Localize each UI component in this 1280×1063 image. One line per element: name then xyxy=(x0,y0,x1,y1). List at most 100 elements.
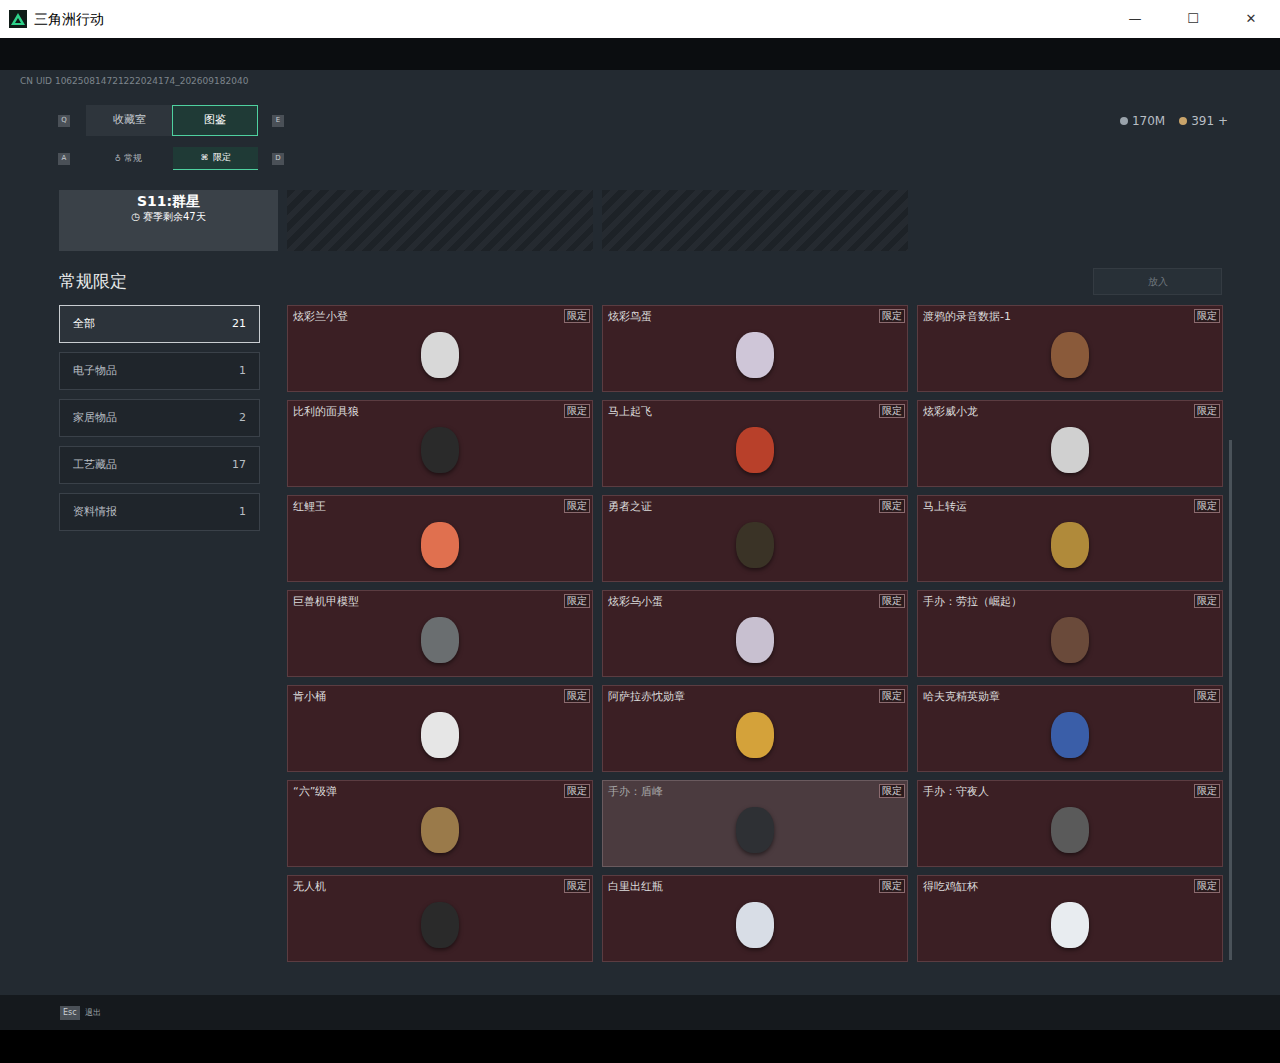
limited-badge: 限定 xyxy=(564,784,590,798)
item-name: “六”级弹 xyxy=(293,784,337,799)
sub-tab[interactable]: ♁常规 xyxy=(86,147,171,170)
main-tab[interactable]: 图鉴 xyxy=(172,105,258,136)
coin-icon xyxy=(1120,117,1128,125)
back-label[interactable]: 退出 xyxy=(85,1007,101,1019)
item-picture xyxy=(736,617,774,663)
category-item[interactable]: 电子物品1 xyxy=(59,352,260,390)
footer-bar: Esc 退出 xyxy=(0,995,1280,1030)
item-card[interactable]: 炫彩兰小登 限定 xyxy=(287,305,593,392)
item-name: 红鲤王 xyxy=(293,499,326,514)
game-window: 三角洲行动 —☐✕ CN UID 106250814721222024174_202… xyxy=(0,0,1280,1063)
scrollbar[interactable] xyxy=(1229,305,1232,962)
limited-badge: 限定 xyxy=(564,309,590,323)
item-name: 哈夫克精英勋章 xyxy=(923,689,1000,704)
item-card[interactable]: 渡鸦的录音数据-1 限定 xyxy=(917,305,1223,392)
window-title: 三角洲行动 xyxy=(34,9,104,30)
item-card[interactable]: 肯小桶 限定 xyxy=(287,685,593,772)
limited-badge: 限定 xyxy=(1194,309,1220,323)
locked-card xyxy=(287,190,593,251)
item-picture xyxy=(736,332,774,378)
sub-tabs: A♁常规⌘限定D xyxy=(0,147,1280,170)
main-tab[interactable]: 收藏室 xyxy=(86,105,172,136)
item-picture xyxy=(421,902,459,948)
item-picture xyxy=(421,332,459,378)
item-card[interactable]: 炫彩鸟蛋限定 xyxy=(602,305,908,392)
item-name: 巨兽机甲模型 xyxy=(293,594,359,609)
item-name: 比利的面具狼 xyxy=(293,404,359,419)
category-item[interactable]: 资料情报1 xyxy=(59,493,260,531)
category-list: 全部21 电子物品1 家居物品2 工艺藏品17 资料情报1 xyxy=(59,305,260,962)
item-name: 手办：劳拉（崛起） xyxy=(923,594,1022,609)
item-name: 炫彩威小龙 xyxy=(923,404,978,419)
key-hint: A xyxy=(58,153,70,165)
limited-badge: 限定 xyxy=(1194,594,1220,608)
item-name: 炫彩乌小蛋 xyxy=(608,594,663,609)
item-name: 炫彩兰小登 xyxy=(293,309,348,324)
bottom-strip xyxy=(0,1030,1280,1063)
limited-badge: 限定 xyxy=(564,594,590,608)
limited-badge: 限定 xyxy=(564,879,590,893)
item-picture xyxy=(1051,522,1089,568)
item-picture xyxy=(1051,712,1089,758)
item-card[interactable]: 得吃鸡缸杯限定 xyxy=(917,875,1223,962)
item-name: 渡鸦的录音数据-1 xyxy=(923,309,1011,324)
item-picture xyxy=(736,807,774,853)
item-card[interactable]: 炫彩乌小蛋 限定 xyxy=(602,590,908,677)
item-name: 无人机 xyxy=(293,879,326,894)
put-button[interactable]: 放入 xyxy=(1093,268,1222,295)
window-control[interactable]: ☐ xyxy=(1164,0,1222,38)
item-card[interactable]: 无人机 限定 xyxy=(287,875,593,962)
item-card[interactable]: 手办：盾峰 限定 xyxy=(602,780,908,867)
item-card[interactable]: 炫彩威小龙限定 xyxy=(917,400,1223,487)
item-picture xyxy=(421,522,459,568)
sub-tab[interactable]: ⌘限定 xyxy=(173,147,258,170)
window-control[interactable]: ✕ xyxy=(1222,0,1280,38)
item-picture xyxy=(421,427,459,473)
item-card[interactable]: 勇者之证限定 xyxy=(602,495,908,582)
category-item[interactable]: 全部21 xyxy=(59,305,260,343)
key-hint: E xyxy=(272,115,284,127)
title-bar: 三角洲行动 —☐✕ xyxy=(0,0,1280,38)
clock-icon: ◷ xyxy=(131,210,140,224)
item-card[interactable]: 阿萨拉赤忱勋章 限定 xyxy=(602,685,908,772)
item-card[interactable]: 马上转运限定 xyxy=(917,495,1223,582)
item-card[interactable]: 巨兽机甲模型 限定 xyxy=(287,590,593,677)
item-name: 白里出红瓶 xyxy=(608,879,663,894)
limited-badge: 限定 xyxy=(564,404,590,418)
item-grid: 炫彩兰小登限定炫彩鸟蛋限定渡鸦的录音数据-1限定比利的面具狼限定马上起飞限定炫彩… xyxy=(287,305,1223,962)
item-card[interactable]: 手办：劳拉（崛起） 限定 xyxy=(917,590,1223,677)
limited-badge: 限定 xyxy=(879,594,905,608)
item-card[interactable]: 比利的面具狼 限定 xyxy=(287,400,593,487)
item-card[interactable]: 马上起飞 限定 xyxy=(602,400,908,487)
item-card[interactable]: 红鲤王限定 xyxy=(287,495,593,582)
esc-key[interactable]: Esc xyxy=(60,1006,80,1020)
item-picture xyxy=(1051,427,1089,473)
item-picture xyxy=(736,712,774,758)
item-card[interactable]: 哈夫克精英勋章限定 xyxy=(917,685,1223,772)
limited-badge: 限定 xyxy=(564,689,590,703)
item-name: 手办：盾峰 xyxy=(608,784,663,799)
item-picture xyxy=(1051,617,1089,663)
item-name: 阿萨拉赤忱勋章 xyxy=(608,689,685,704)
item-picture xyxy=(736,522,774,568)
item-name: 马上起飞 xyxy=(608,404,652,419)
limited-badge: 限定 xyxy=(879,689,905,703)
limited-badge: 限定 xyxy=(879,404,905,418)
item-picture xyxy=(1051,332,1089,378)
item-card[interactable]: 白里出红瓶限定 xyxy=(602,875,908,962)
top-strip xyxy=(0,38,1280,70)
item-name: 肯小桶 xyxy=(293,689,326,704)
item-picture xyxy=(421,712,459,758)
limited-badge: 限定 xyxy=(879,784,905,798)
item-name: 炫彩鸟蛋 xyxy=(608,309,652,324)
uid-label: CN UID 106250814721222024174_20260918204… xyxy=(0,70,1280,87)
season-card[interactable]: S11:群星◷赛季剩余47天 xyxy=(59,190,278,251)
main-tabs: Q 收藏室图鉴 E xyxy=(58,105,284,136)
key-hint: Q xyxy=(58,115,70,127)
item-card[interactable]: “六”级弹 限定 xyxy=(287,780,593,867)
limited-badge: 限定 xyxy=(879,499,905,513)
window-control[interactable]: — xyxy=(1106,0,1164,38)
item-card[interactable]: 手办：守夜人限定 xyxy=(917,780,1223,867)
category-item[interactable]: 家居物品2 xyxy=(59,399,260,437)
category-item[interactable]: 工艺藏品17 xyxy=(59,446,260,484)
